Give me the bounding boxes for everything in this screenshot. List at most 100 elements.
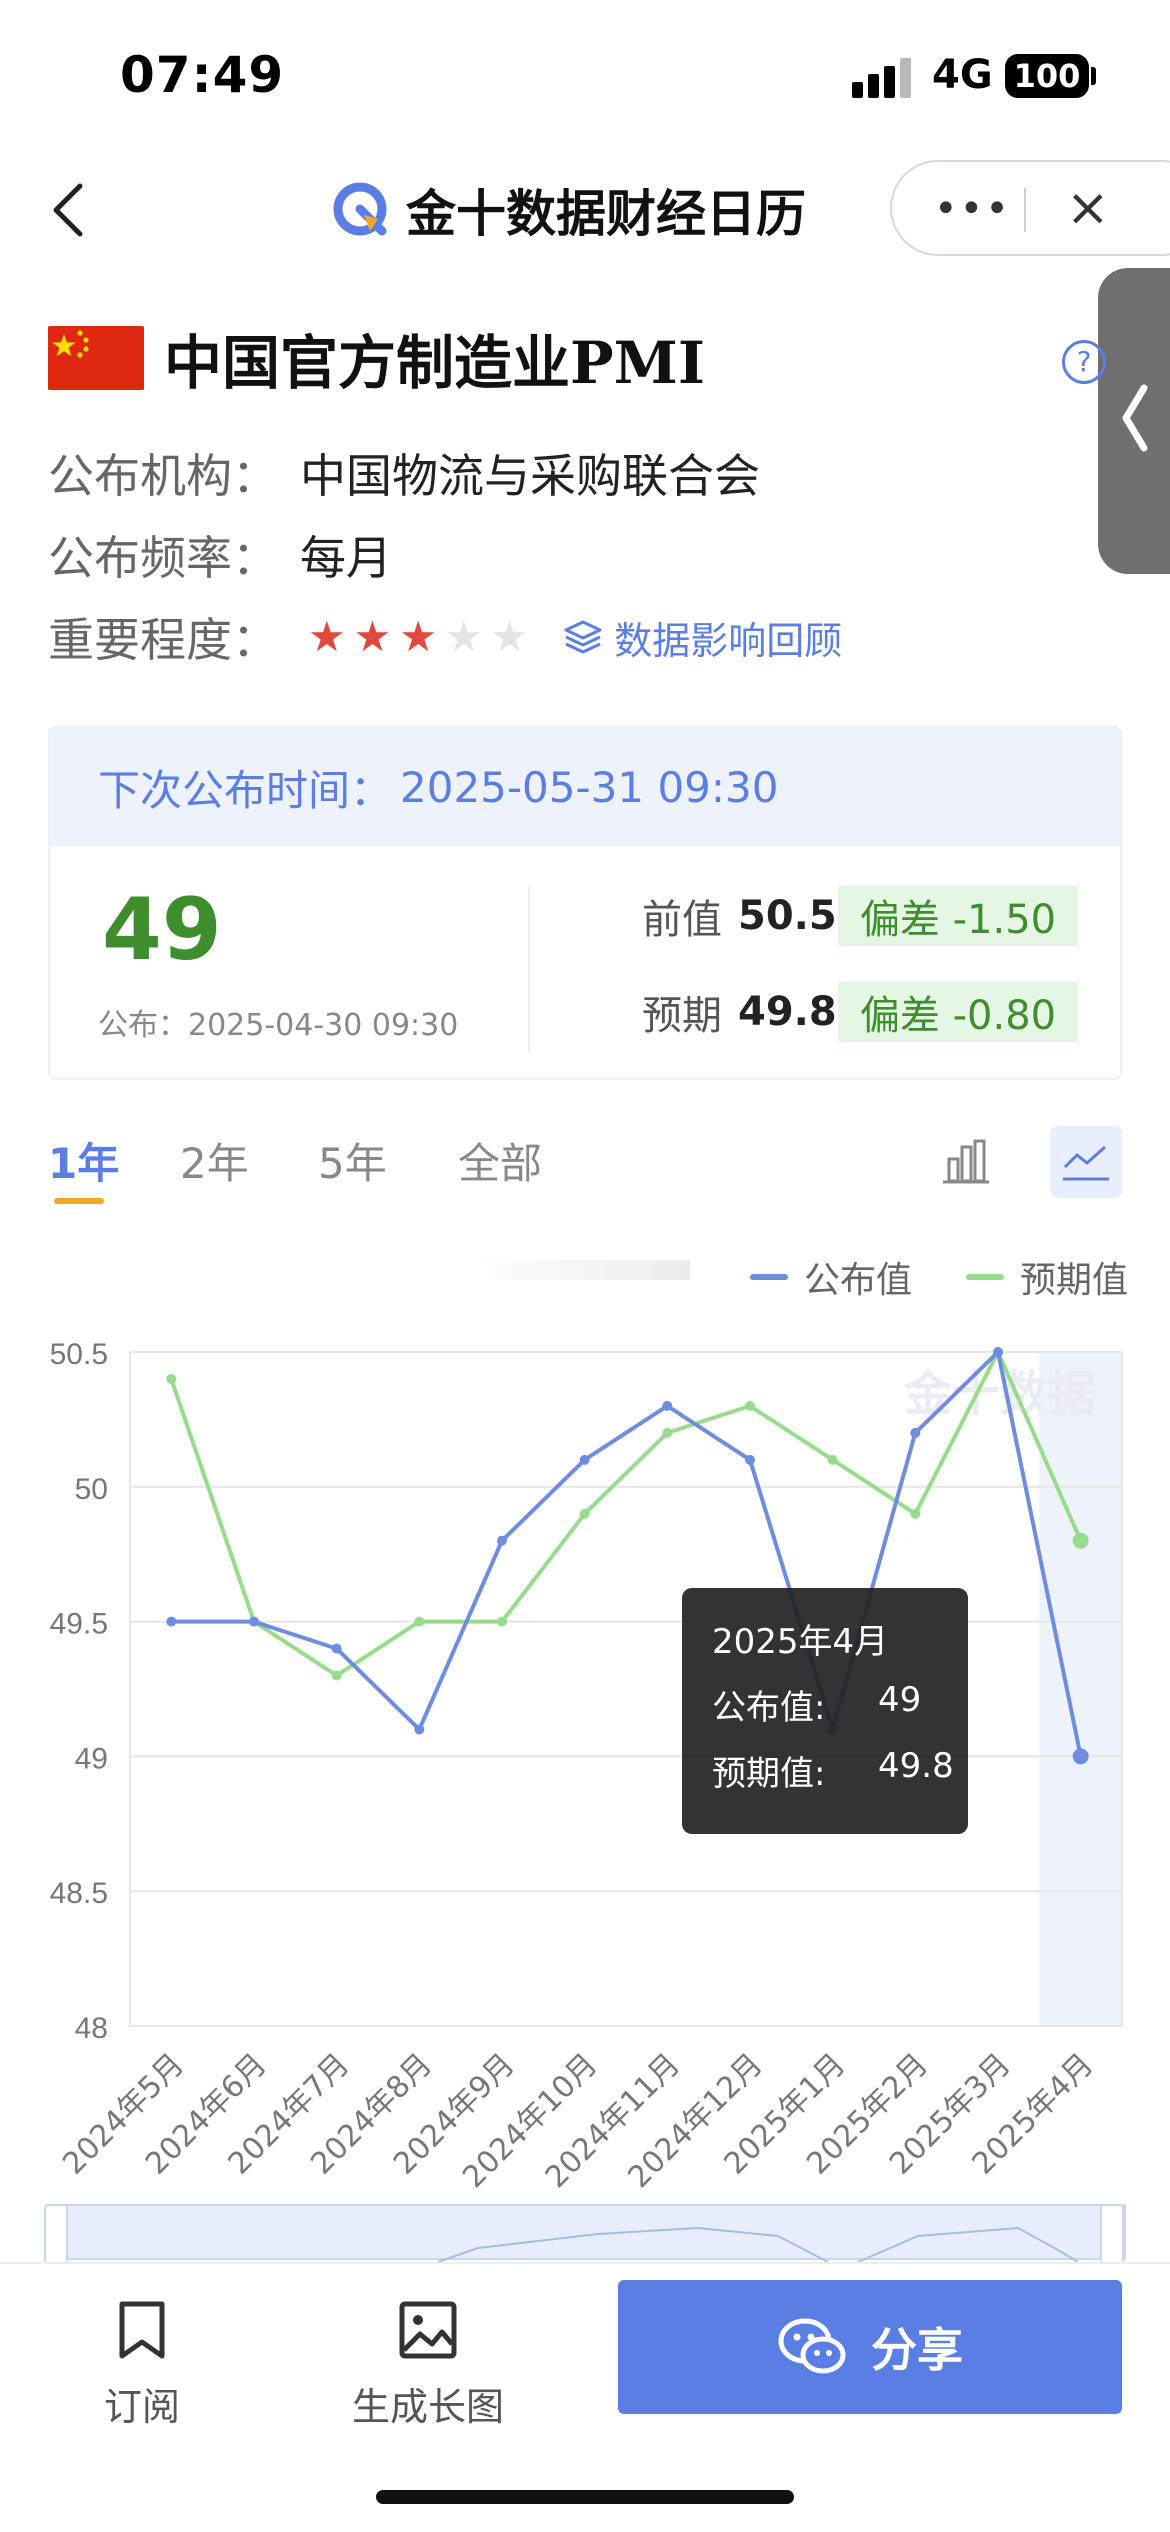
nav-title: 金十数据财经日历 <box>406 185 806 243</box>
publisher-value: 中国物流与采购联合会 <box>300 449 760 503</box>
status-bar: 07:49 4G 100 <box>0 0 1170 140</box>
capsule-divider <box>1024 188 1026 232</box>
long-image-button[interactable]: 生成长图 <box>328 2300 528 2431</box>
card-divider <box>528 886 530 1052</box>
legend-swatch-forecast <box>966 1274 1004 1280</box>
bar-chart-button[interactable] <box>930 1126 1002 1198</box>
frequency-value: 每月 <box>300 531 392 585</box>
chevron-left-icon <box>1122 384 1148 452</box>
y-tick-label: 50 <box>75 1473 108 1506</box>
tooltip-forecast-value: 49.8 <box>878 1746 954 1786</box>
slider-preview-line <box>437 2226 1079 2262</box>
data-impact-review-link[interactable]: 数据影响回顾 <box>562 610 842 665</box>
forecast-row: 预期 49.8 偏差 -0.80 <box>642 982 1078 1042</box>
legend-forecast[interactable]: 预期值 <box>966 1252 1128 1302</box>
china-flag-icon <box>48 326 144 390</box>
tooltip-actual-label: 公布值: <box>712 1688 826 1728</box>
data-point-actual <box>166 1616 177 1627</box>
tab-2-years[interactable]: 2年 <box>180 1130 249 1191</box>
chart-watermark: 金十数据 <box>903 1366 1096 1422</box>
tooltip-forecast-label: 预期值: <box>712 1754 826 1794</box>
y-tick-label: 49.5 <box>50 1608 108 1641</box>
star-filled-icon: ★ <box>308 612 346 661</box>
legend-swatch-actual <box>750 1274 788 1280</box>
y-tick-label: 49 <box>75 1742 108 1775</box>
y-tick-label: 48.5 <box>50 1877 108 1910</box>
tab-5-years[interactable]: 5年 <box>318 1130 387 1191</box>
forecast-deviation-badge: 偏差 -0.80 <box>838 982 1078 1042</box>
previous-label: 前值 <box>642 897 722 943</box>
previous-deviation-badge: 偏差 -1.50 <box>838 886 1078 946</box>
release-card: 下次公布时间： 2025-05-31 09:30 49 公布：2025-04-3… <box>48 726 1122 1080</box>
side-drawer-tab[interactable] <box>1098 268 1170 574</box>
data-point-actual <box>331 1643 342 1654</box>
status-time: 07:49 <box>120 46 285 104</box>
publisher-row: 公布机构： 中国物流与采购联合会 <box>48 440 760 506</box>
tooltip-actual-row: 公布值: 49 <box>712 1680 968 1746</box>
next-release-label: 下次公布时间： <box>98 765 393 815</box>
more-dots-icon[interactable]: ••• <box>934 186 1011 232</box>
tooltip-title: 2025年4月 <box>712 1622 889 1662</box>
indicator-title: 中国官方制造业PMI <box>164 329 705 397</box>
data-point-actual <box>497 1535 507 1546</box>
bar-chart-icon <box>943 1139 989 1184</box>
long-image-label: 生成长图 <box>351 2385 504 2429</box>
legend-actual[interactable]: 公布值 <box>750 1252 912 1302</box>
data-point-actual <box>414 1724 425 1735</box>
importance-stars: ★ ★ ★ ★ ★ <box>308 616 536 658</box>
signal-icon <box>852 58 914 98</box>
pmi-line-chart[interactable]: 50.5 50 49.5 49 48.5 48 金十数据 2024年5月 2024年6月 2024… <box>0 1320 1170 2200</box>
data-point-forecast <box>166 1373 177 1384</box>
star-filled-icon: ★ <box>399 612 437 661</box>
frequency-row: 公布频率： 每月 <box>48 522 392 588</box>
share-label: 分享 <box>871 2323 963 2377</box>
data-point-forecast <box>910 1508 921 1519</box>
data-point-forecast <box>579 1508 590 1519</box>
jin10-logo-icon <box>333 182 387 236</box>
tooltip-forecast-row: 预期值: 49.8 <box>712 1746 968 1812</box>
slider-handle-left[interactable] <box>44 2204 68 2264</box>
bookmark-icon <box>119 2301 165 2359</box>
close-icon[interactable]: × <box>1066 178 1110 238</box>
publisher-label: 公布机构： <box>48 449 278 503</box>
tooltip-title-row: 2025年4月 <box>712 1614 968 1680</box>
nav-title-wrap: 金十数据财经日历 <box>330 172 806 248</box>
data-point-actual <box>249 1616 259 1627</box>
subscribe-label: 订阅 <box>103 2385 180 2429</box>
line-chart-button[interactable] <box>1050 1126 1122 1198</box>
legend-fade <box>470 1260 690 1280</box>
legend-label-forecast: 预期值 <box>1020 1260 1129 1301</box>
image-icon <box>399 2301 457 2359</box>
actual-value: 49 <box>102 880 222 980</box>
active-tab-underline <box>54 1198 104 1204</box>
subscribe-button[interactable]: 订阅 <box>42 2300 242 2431</box>
data-point-forecast <box>1072 1532 1089 1549</box>
published-time: 公布：2025-04-30 09:30 <box>98 1008 459 1043</box>
previous-row: 前值 50.5 偏差 -1.50 <box>642 886 1078 946</box>
star-empty-icon: ★ <box>490 612 529 661</box>
network-label: 4G <box>932 52 993 98</box>
share-button[interactable]: 分享 <box>618 2280 1122 2414</box>
importance-label: 重要程度： <box>48 613 278 667</box>
data-point-actual <box>910 1427 921 1438</box>
back-button[interactable] <box>40 178 100 242</box>
layers-icon <box>564 620 602 654</box>
tooltip-actual-value: 49 <box>878 1680 922 1720</box>
home-indicator <box>376 2490 794 2504</box>
tab-1-year[interactable]: 1年 <box>48 1130 119 1191</box>
tab-all[interactable]: 全部 <box>458 1130 542 1191</box>
data-point-forecast <box>827 1454 838 1465</box>
star-empty-icon: ★ <box>444 612 483 661</box>
range-slider[interactable] <box>44 2204 1126 2264</box>
slider-handle-right[interactable] <box>1100 2204 1124 2264</box>
help-icon[interactable]: ? <box>1062 340 1106 384</box>
chart-svg: 50.55049.54948.548金十数据2024年5月2024年6月2024… <box>50 1338 1123 2195</box>
nav-bar: 金十数据财经日历 ••• × <box>0 140 1170 574</box>
legend-label-actual: 公布值 <box>804 1260 913 1301</box>
data-point-actual <box>662 1400 673 1411</box>
battery-tip <box>1091 67 1096 85</box>
chart-tooltip: 2025年4月 公布值: 49 预期值: 49.8 <box>682 1588 968 1834</box>
data-point-forecast <box>497 1616 507 1627</box>
y-tick-label: 48 <box>75 2012 108 2045</box>
data-point-actual <box>745 1454 755 1465</box>
